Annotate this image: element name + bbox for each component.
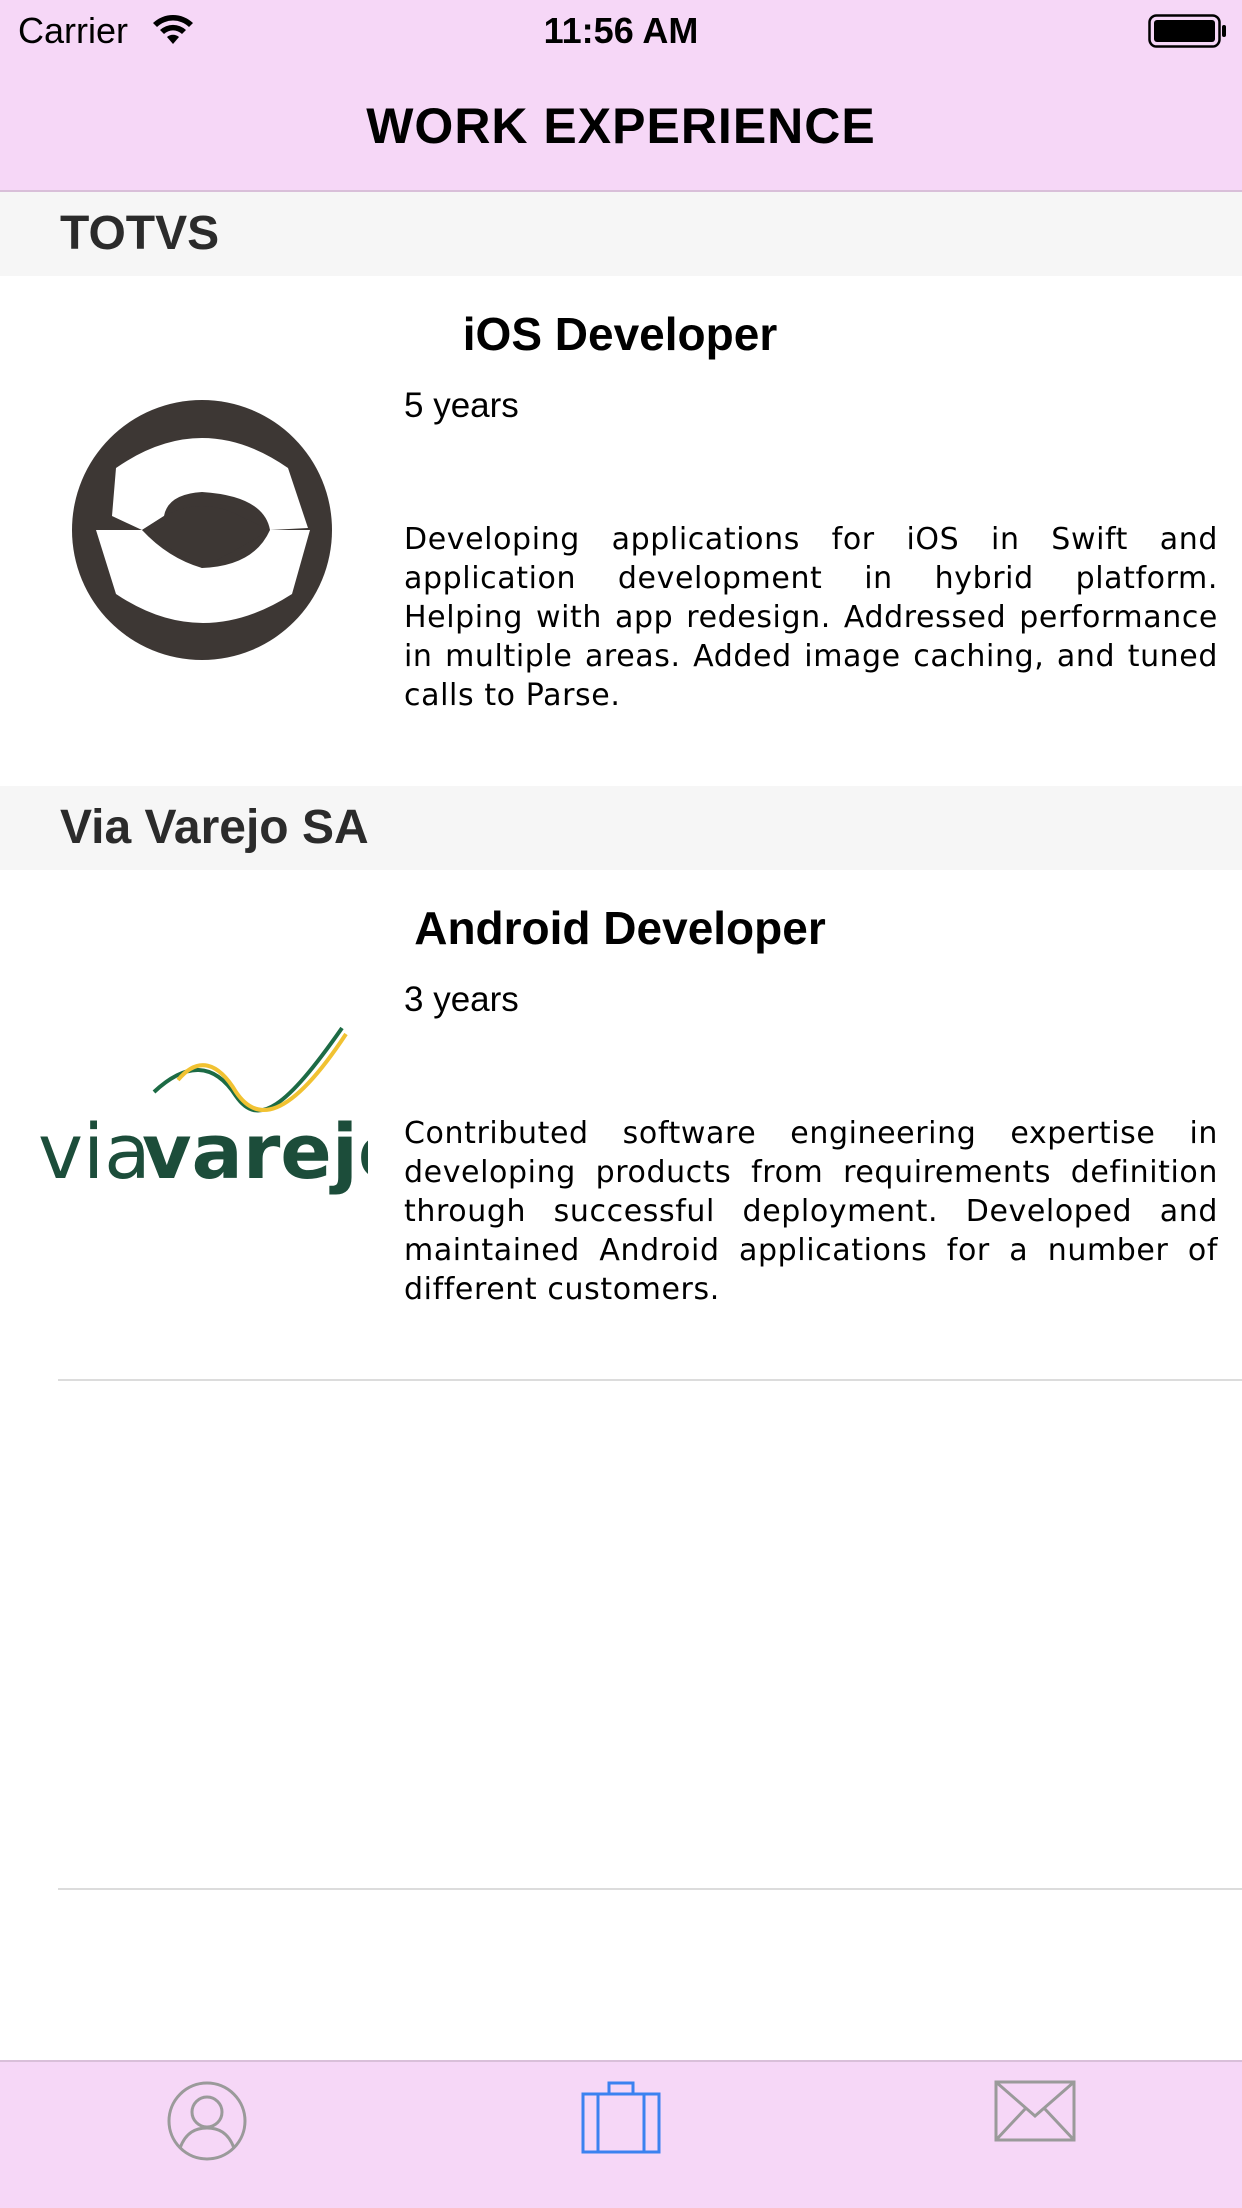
tab-contact[interactable] [935, 2062, 1135, 2208]
company-name: Via Varejo SA [60, 801, 369, 854]
job-title: Android Developer [414, 902, 826, 954]
navigation-bar: Carrier 11:56 AM WORK EXPERIENCE [0, 0, 1242, 192]
status-bar: Carrier 11:56 AM [0, 0, 1242, 62]
row-separator [58, 1888, 1242, 1890]
person-icon [167, 2081, 247, 2161]
logo-text-varejo: varejo [142, 1107, 368, 1196]
briefcase-icon [581, 2081, 661, 2154]
job-duration: 3 years [404, 980, 519, 1019]
tab-bar [0, 2060, 1242, 2208]
tab-experience[interactable] [521, 2062, 721, 2208]
job-description: Developing applications for iOS in Swift… [404, 522, 1218, 713]
section-header-via-varejo: Via Varejo SA [0, 786, 1242, 870]
job-description: Contributed software engineering experti… [404, 1116, 1218, 1307]
via-varejo-logo: via varejo [38, 1026, 368, 1196]
envelope-icon [994, 2080, 1076, 2142]
company-name: TOTVS [60, 207, 220, 260]
job-title: iOS Developer [462, 308, 778, 360]
battery-icon [1148, 14, 1226, 48]
totvs-logo [72, 400, 332, 660]
section-header-totvs: TOTVS [0, 192, 1242, 276]
tab-profile[interactable] [107, 2062, 307, 2208]
page-title: WORK EXPERIENCE [366, 98, 876, 154]
job-duration: 5 years [404, 386, 519, 425]
row-separator [58, 1379, 1242, 1381]
experience-cell-via-varejo[interactable]: via varejo Android Developer 3 years Con… [0, 870, 1242, 1380]
logo-text-via: via [38, 1107, 151, 1196]
status-time: 11:56 AM [543, 10, 699, 51]
experience-cell-totvs[interactable]: iOS Developer 5 years Developing applica… [0, 276, 1242, 786]
